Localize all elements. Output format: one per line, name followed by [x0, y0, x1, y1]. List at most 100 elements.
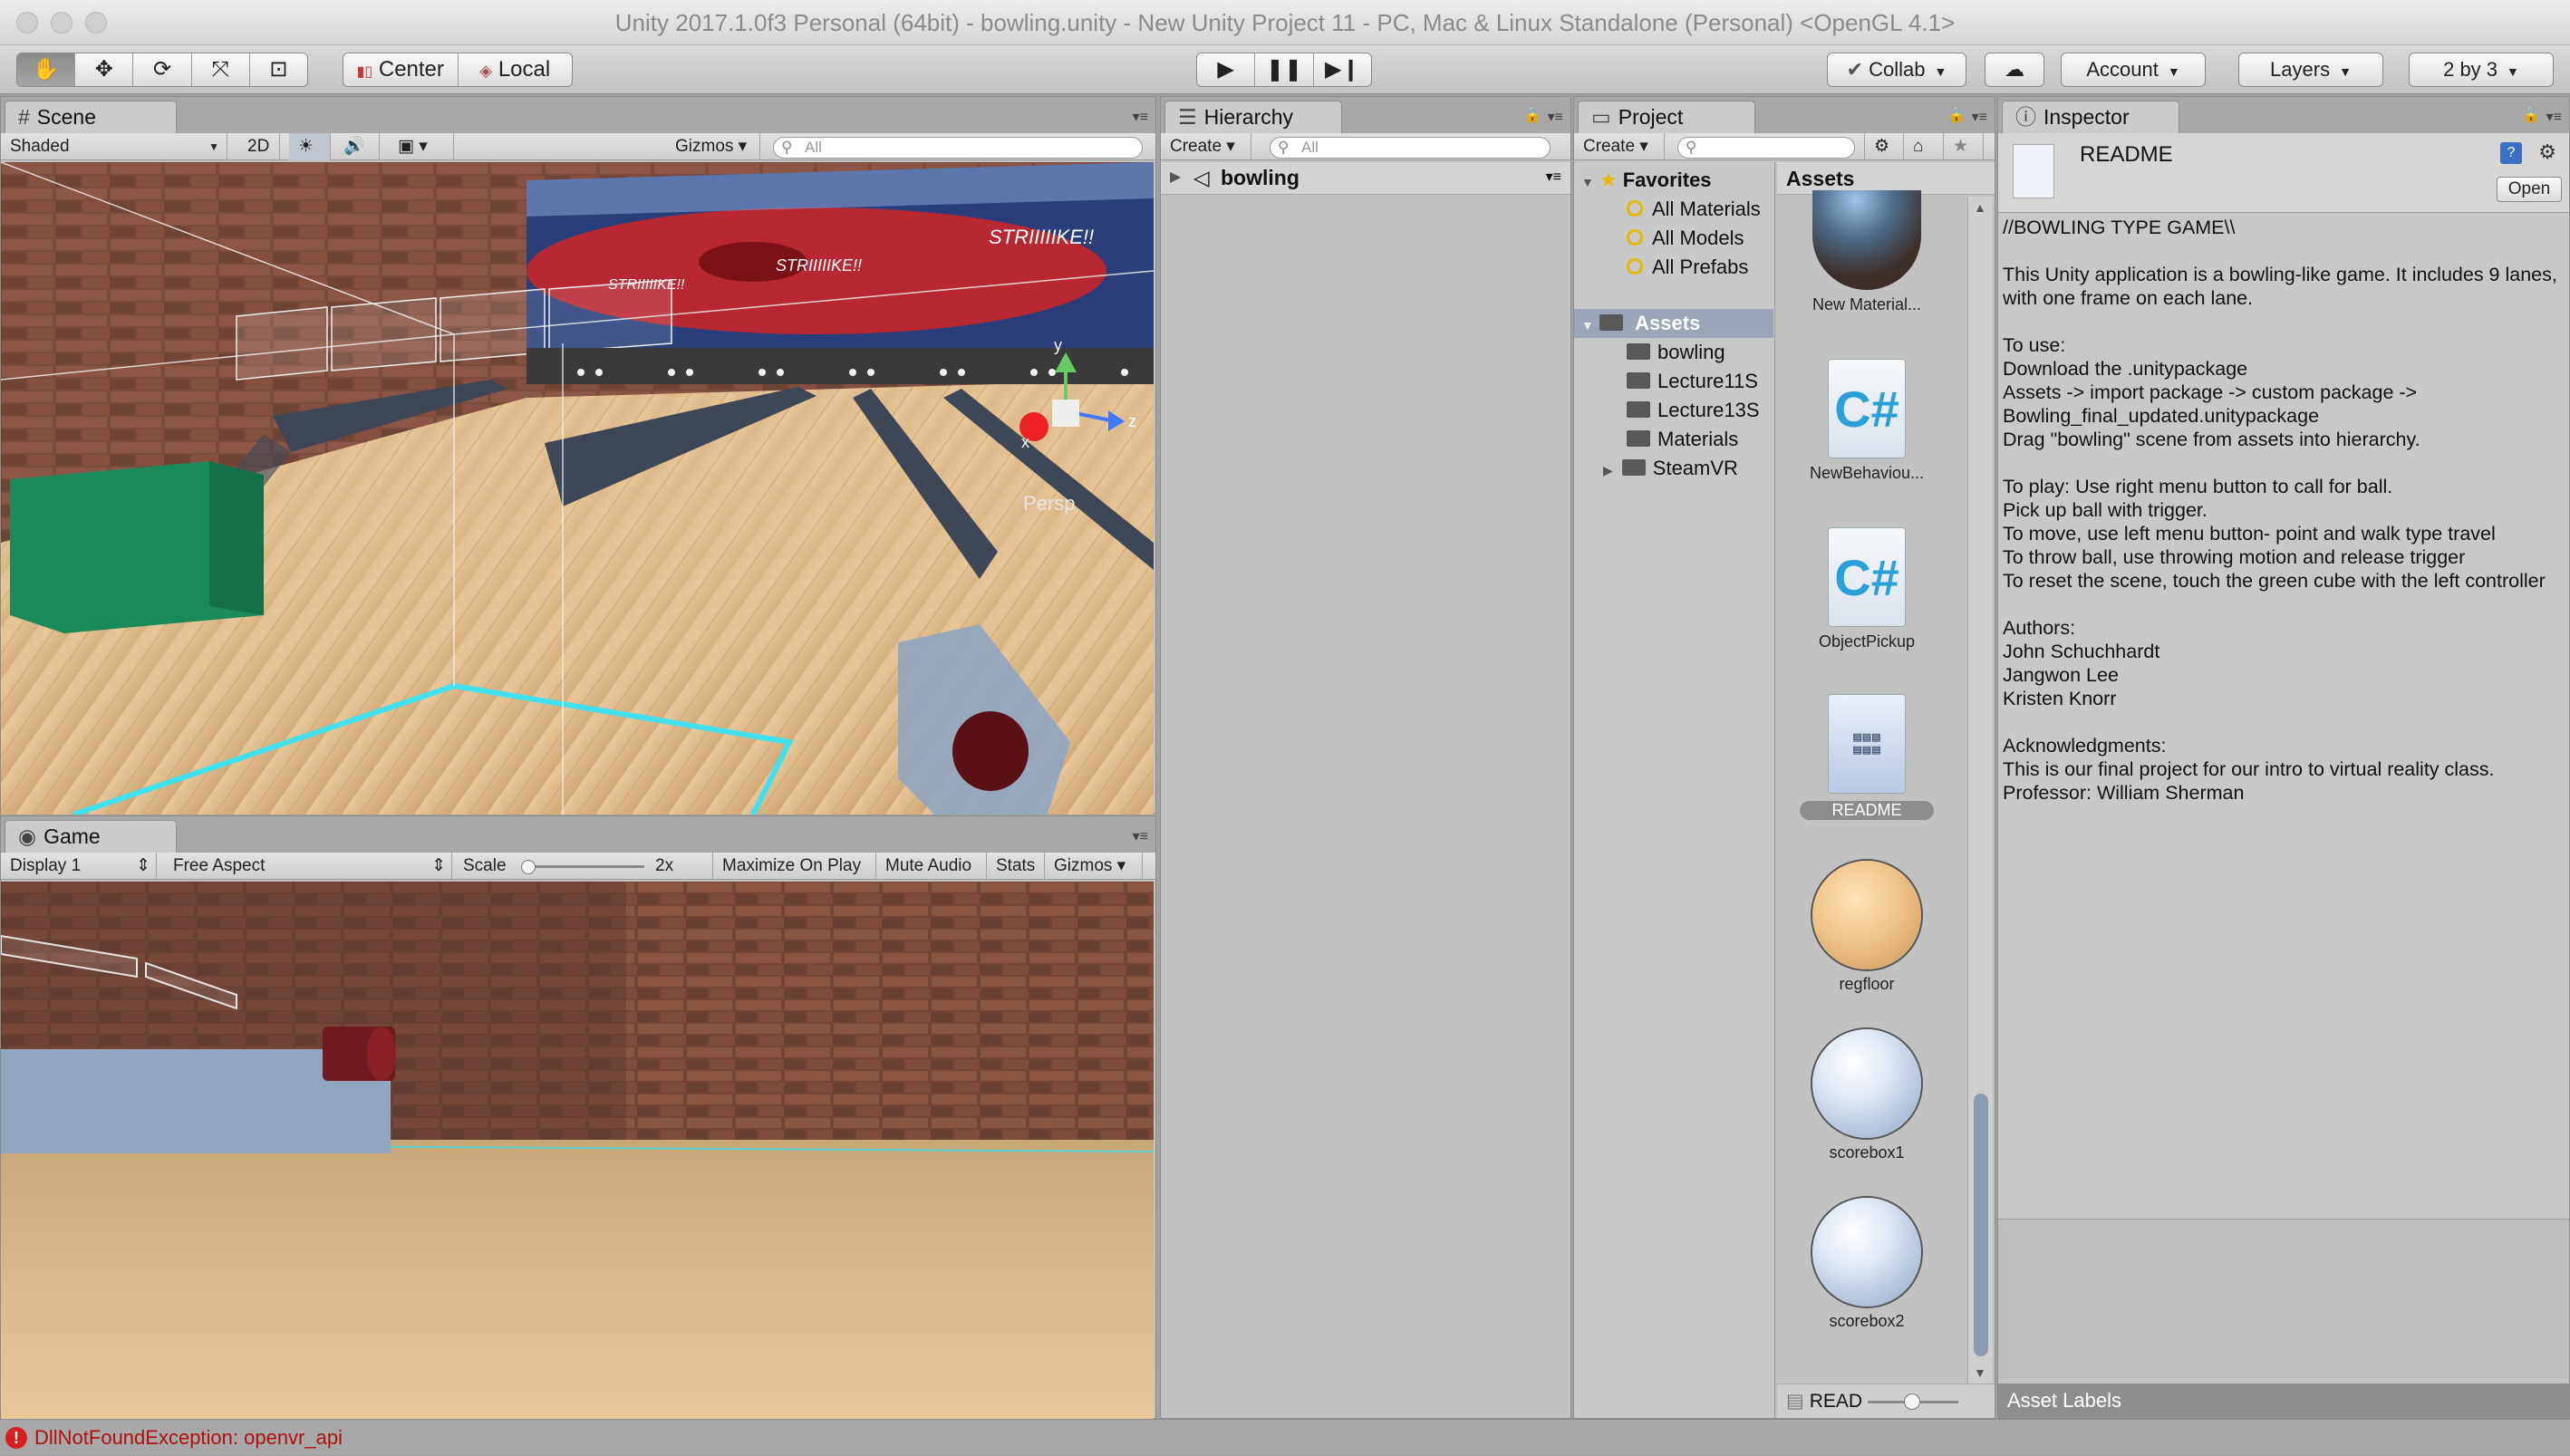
expand-arrow-icon[interactable]: ▼: [1581, 175, 1594, 189]
panel-menu-icon[interactable]: ▾≡: [1972, 108, 1987, 126]
tab-project[interactable]: ▭ Project: [1578, 101, 1755, 133]
game-viewport[interactable]: [1, 882, 1154, 1423]
favorites-star-icon[interactable]: ★: [1944, 133, 1984, 160]
asset-tile[interactable]: regfloor: [1794, 861, 1939, 994]
layers-dropdown[interactable]: Layers ▼: [2238, 53, 2383, 87]
scale-tool-icon[interactable]: ⤧: [192, 53, 250, 86]
folder-item[interactable]: ▶ SteamVR: [1574, 454, 1773, 483]
lock-icon[interactable]: 🔒: [2522, 106, 2540, 124]
favorite-item[interactable]: All Prefabs: [1574, 253, 1773, 282]
zoom-window-button[interactable]: [85, 12, 107, 34]
folder-item[interactable]: Materials: [1574, 425, 1773, 454]
move-tool-icon[interactable]: ✥: [75, 53, 134, 86]
scene-search-input[interactable]: ⚲ All: [773, 137, 1143, 159]
display-dropdown[interactable]: Display 1 ⇕: [1, 853, 157, 880]
folder-item[interactable]: Lecture13S: [1574, 396, 1773, 425]
layout-dropdown[interactable]: 2 by 3 ▼: [2409, 53, 2554, 87]
help-icon[interactable]: ?: [2500, 142, 2522, 164]
assets-folder-row[interactable]: ▼ Assets: [1574, 309, 1773, 338]
folder-item[interactable]: Lecture11S: [1574, 367, 1773, 396]
maximize-on-play-toggle[interactable]: Maximize On Play: [713, 853, 876, 880]
scene-search-placeholder: All: [805, 139, 822, 156]
lock-icon[interactable]: 🔒: [1523, 106, 1541, 124]
csharp-script-icon: C#: [1828, 527, 1906, 627]
saved-search-icon: [1627, 229, 1643, 246]
scroll-up-icon[interactable]: ▲: [1974, 200, 1986, 215]
settings-gear-icon[interactable]: ⚙: [2538, 140, 2556, 164]
asset-tile[interactable]: scorebox2: [1794, 1198, 1939, 1331]
pause-icon[interactable]: ❚❚: [1255, 53, 1314, 86]
folder-icon: [1621, 459, 1646, 477]
aspect-dropdown[interactable]: Free Aspect ⇕: [164, 853, 452, 880]
panel-menu-icon[interactable]: ▾≡: [2546, 108, 2562, 126]
scroll-down-icon[interactable]: ▼: [1974, 1365, 1986, 1380]
filter-by-label-icon[interactable]: ⌂: [1904, 133, 1944, 160]
close-window-button[interactable]: [16, 12, 38, 34]
lock-icon[interactable]: 🔒: [1947, 106, 1966, 124]
inspector-tabstrip: ⓘ Inspector 🔒 ▾≡: [1998, 97, 2569, 133]
expand-arrow-icon[interactable]: ▶: [1170, 162, 1181, 193]
panel-menu-icon[interactable]: ▾≡: [1133, 827, 1148, 845]
hierarchy-search-input[interactable]: ⚲ All: [1270, 137, 1551, 159]
row-menu-icon[interactable]: ▾≡: [1546, 162, 1561, 193]
minimize-window-button[interactable]: [51, 12, 72, 34]
folder-item[interactable]: bowling: [1574, 338, 1773, 367]
asset-tile[interactable]: ▤▤▤ ▤▤▤ README: [1794, 694, 1939, 820]
folder-icon: [1627, 430, 1650, 448]
lighting-toggle-icon[interactable]: ☀: [289, 133, 331, 160]
game-gizmos-dropdown[interactable]: Gizmos ▾: [1045, 853, 1143, 880]
tab-scene[interactable]: # Scene: [5, 101, 177, 133]
inspector-header: README ? ⚙ Open: [1998, 133, 2569, 213]
filter-by-type-icon[interactable]: ⚙: [1864, 133, 1904, 160]
mute-audio-toggle[interactable]: Mute Audio: [876, 853, 987, 880]
audio-toggle-icon[interactable]: 🔊: [334, 133, 380, 160]
expand-arrow-icon[interactable]: ▶: [1603, 463, 1613, 477]
shading-mode-dropdown[interactable]: Shaded ▼: [1, 133, 227, 160]
project-create-dropdown[interactable]: Create ▾: [1574, 133, 1665, 160]
effects-dropdown-icon[interactable]: ▣ ▾: [389, 133, 454, 160]
panel-menu-icon[interactable]: ▾≡: [1548, 108, 1563, 126]
open-button[interactable]: Open: [2497, 177, 2562, 202]
favorite-label: All Prefabs: [1652, 256, 1749, 278]
status-message[interactable]: DllNotFoundException: openvr_api: [34, 1420, 343, 1456]
collab-button[interactable]: ✔ Collab ▼: [1827, 53, 1966, 87]
rect-tool-icon[interactable]: ⊡: [250, 53, 307, 86]
favorites-header[interactable]: ▼ ★ Favorites: [1574, 166, 1773, 195]
play-icon[interactable]: ▶: [1197, 53, 1256, 86]
asset-tile[interactable]: New Material...: [1794, 190, 1939, 314]
rotate-tool-icon[interactable]: ⟳: [133, 53, 192, 86]
gizmos-dropdown[interactable]: Gizmos ▾: [666, 133, 760, 160]
icon-size-slider-thumb[interactable]: [1904, 1393, 1920, 1410]
asset-labels-bar[interactable]: Asset Labels: [1998, 1384, 2569, 1418]
project-search-input[interactable]: ⚲: [1677, 137, 1855, 159]
scrollbar-thumb[interactable]: [1974, 1094, 1988, 1356]
tab-game[interactable]: ◉ Game: [5, 820, 177, 853]
asset-tile[interactable]: scorebox1: [1794, 1029, 1939, 1162]
stats-toggle[interactable]: Stats: [987, 853, 1045, 880]
tab-hierarchy[interactable]: ☰ Hierarchy: [1164, 101, 1342, 133]
asset-tile[interactable]: C# NewBehaviou...: [1794, 359, 1939, 483]
status-bar[interactable]: ! DllNotFoundException: openvr_api: [0, 1419, 2570, 1455]
hierarchy-create-dropdown[interactable]: Create ▾: [1161, 133, 1251, 160]
step-icon[interactable]: ▶❙: [1314, 53, 1371, 86]
scale-slider[interactable]: Scale 2x: [454, 853, 713, 880]
tab-inspector[interactable]: ⓘ Inspector: [2002, 101, 2179, 133]
hand-tool-icon[interactable]: ✋: [17, 53, 76, 86]
assets-scrollbar[interactable]: ▲ ▼: [1967, 197, 1993, 1384]
account-dropdown[interactable]: Account ▼: [2061, 53, 2206, 87]
favorite-item[interactable]: All Materials: [1574, 195, 1773, 224]
scale-slider-thumb[interactable]: [521, 860, 536, 874]
chevron-down-icon: ▼: [208, 140, 219, 153]
material-sphere-icon: [1812, 1029, 1921, 1138]
pivot-center-button[interactable]: ▮▯ Center: [343, 53, 459, 86]
scene-viewport[interactable]: STRIIIIIKE!! STRIIIIIKE!! STRIIIIIKE!! x…: [1, 162, 1154, 815]
panel-menu-icon[interactable]: ▾≡: [1133, 108, 1148, 126]
cloud-button[interactable]: ☁: [1985, 53, 2044, 87]
favorite-item[interactable]: All Models: [1574, 224, 1773, 253]
asset-tile[interactable]: C# ObjectPickup: [1794, 527, 1939, 651]
collab-check-icon: ✔: [1846, 58, 1864, 81]
pivot-local-button[interactable]: ◈ Local: [459, 53, 573, 86]
2d-toggle[interactable]: 2D: [238, 133, 280, 160]
hierarchy-scene-row[interactable]: ▶ ◁ bowling ▾≡: [1161, 162, 1570, 195]
expand-arrow-icon[interactable]: ▼: [1581, 318, 1594, 333]
